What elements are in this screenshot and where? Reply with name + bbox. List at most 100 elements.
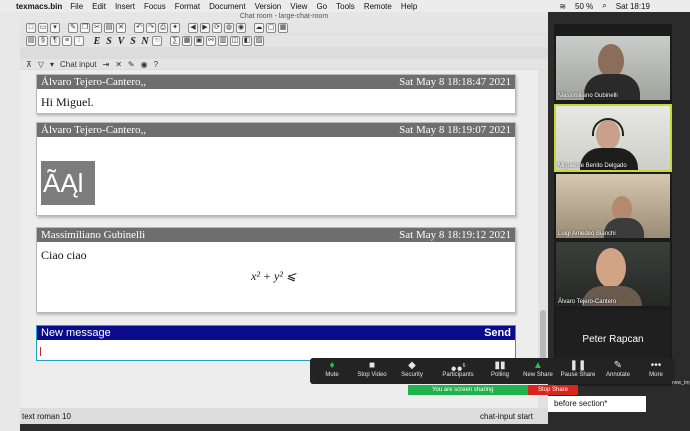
- redo-icon[interactable]: ↷: [146, 23, 156, 33]
- link-icon[interactable]: ⚯: [206, 36, 216, 46]
- pause-share-button[interactable]: ❚❚ Pause Share: [558, 360, 598, 378]
- battery-label[interactable]: 50 %: [575, 2, 593, 11]
- triangle-down-icon[interactable]: ▽: [38, 60, 44, 69]
- list-icon[interactable]: ≡: [62, 36, 72, 46]
- grid-icon[interactable]: ▦: [278, 23, 288, 33]
- desktop-file-icon[interactable]: new_tm_icon: [672, 380, 690, 431]
- menu-view[interactable]: View: [290, 2, 307, 11]
- new-message-box[interactable]: New message Send: [36, 325, 516, 361]
- tools-icon[interactable]: ✎: [68, 23, 78, 33]
- cloud-icon[interactable]: ☁: [254, 23, 264, 33]
- move-icon[interactable]: ⇥: [103, 60, 110, 69]
- annotate-button[interactable]: ✎ Annotate: [598, 360, 638, 378]
- hand-icon[interactable]: ☜: [152, 36, 162, 46]
- cut-icon[interactable]: ✂: [92, 23, 102, 33]
- participant-tile-active[interactable]: Miguel de Benito Delgado: [554, 104, 672, 172]
- status-area: ≋ 50 % ⌕ Sat 18:19: [559, 0, 650, 12]
- globe-icon[interactable]: ◍: [224, 23, 234, 33]
- chat-input-label[interactable]: Chat input: [60, 60, 96, 69]
- participant-name-large: Peter Rapcan: [582, 334, 644, 345]
- stop-video-button[interactable]: ■ Stop Video: [352, 360, 392, 378]
- new-document-icon[interactable]: □: [26, 23, 36, 33]
- menu-tools[interactable]: Tools: [336, 2, 355, 11]
- stop-share-button[interactable]: Stop Share: [528, 385, 578, 395]
- message-author: Álvaro Tejero-Cantero,,: [41, 76, 147, 88]
- menu-edit[interactable]: Edit: [92, 2, 106, 11]
- format-sample[interactable]: S: [128, 36, 138, 47]
- chat-icon[interactable]: ▢: [266, 23, 276, 33]
- table-icon[interactable]: ▦: [182, 36, 192, 46]
- menu-format[interactable]: Format: [175, 2, 200, 11]
- send-button[interactable]: Send: [484, 327, 511, 339]
- wifi-icon[interactable]: ≋: [559, 2, 566, 11]
- mute-button[interactable]: ♦ Mute: [312, 360, 352, 378]
- paste-icon[interactable]: ▤: [104, 23, 114, 33]
- more-button[interactable]: ••• More: [636, 360, 676, 378]
- zoom-control-bar: ♦ Mute ■ Stop Video ◆ Security ●●6 Parti…: [310, 358, 675, 384]
- settings-icon[interactable]: ✎: [128, 60, 135, 69]
- clock[interactable]: Sat 18:19: [616, 2, 650, 11]
- view-icon[interactable]: ◉: [141, 60, 148, 69]
- video-camera-icon: ■: [368, 360, 376, 371]
- message-author: Massimiliano Gubinelli: [41, 229, 146, 241]
- new-share-button[interactable]: ▲ New Share: [518, 360, 558, 378]
- chat-message: Álvaro Tejero-Cantero,, Sat May 8 18:18:…: [36, 74, 516, 114]
- participant-tile[interactable]: Massimiliano Gubinelli: [556, 36, 670, 100]
- format-emphasize[interactable]: E: [92, 36, 102, 47]
- participant-tile[interactable]: Luigi Amedeo Bianchi: [556, 174, 670, 238]
- participants-count: 6: [462, 363, 466, 369]
- remove-icon[interactable]: ✕: [115, 60, 122, 69]
- sessions-icon[interactable]: ▥: [218, 36, 228, 46]
- copy-icon[interactable]: ❐: [80, 23, 90, 33]
- eye-icon[interactable]: ◉: [236, 23, 246, 33]
- message-header: Massimiliano Gubinelli Sat May 8 18:19:1…: [37, 228, 515, 242]
- menu-version[interactable]: Version: [255, 2, 282, 11]
- close-icon[interactable]: ✕: [116, 23, 126, 33]
- refresh-icon[interactable]: ⟳: [212, 23, 222, 33]
- search-icon[interactable]: ⌕: [602, 1, 606, 11]
- help-icon[interactable]: ?: [154, 60, 158, 69]
- enumerate-icon[interactable]: ⁞: [74, 36, 84, 46]
- math-icon[interactable]: ∑: [170, 36, 180, 46]
- menu-help[interactable]: Help: [401, 2, 417, 11]
- message-text: Ciao ciao: [41, 248, 87, 262]
- menu-remote[interactable]: Remote: [364, 2, 392, 11]
- undo-icon[interactable]: ↶: [134, 23, 144, 33]
- chat-message: Massimiliano Gubinelli Sat May 8 18:19:1…: [36, 227, 516, 313]
- shield-icon: ◆: [408, 360, 416, 371]
- menu-focus[interactable]: Focus: [144, 2, 166, 11]
- menu-document[interactable]: Document: [209, 2, 245, 11]
- back-icon[interactable]: ◀: [188, 23, 198, 33]
- stop-video-label: Stop Video: [357, 372, 387, 378]
- security-button[interactable]: ◆ Security: [392, 360, 432, 378]
- format-name[interactable]: N: [140, 36, 150, 47]
- collapse-icon[interactable]: ▾: [50, 60, 54, 69]
- insert-icon[interactable]: ▨: [254, 36, 264, 46]
- new-message-header: New message Send: [37, 326, 515, 340]
- message-text: Hi Miguel.: [41, 95, 94, 109]
- app-name[interactable]: texmacs.bin: [16, 2, 62, 11]
- save-icon[interactable]: ▾: [50, 23, 60, 33]
- menu-file[interactable]: File: [70, 2, 83, 11]
- menu-insert[interactable]: Insert: [115, 2, 135, 11]
- bookmark-icon[interactable]: ✦: [170, 23, 180, 33]
- print-icon[interactable]: ⎙: [158, 23, 168, 33]
- format-verbatim[interactable]: V: [116, 36, 126, 47]
- open-folder-icon[interactable]: ▭: [38, 23, 48, 33]
- headphones-icon: [592, 118, 624, 136]
- participants-button[interactable]: ●●6 Participants: [436, 360, 480, 378]
- menu-go[interactable]: Go: [316, 2, 327, 11]
- forward-icon[interactable]: ▶: [200, 23, 210, 33]
- format-toolbar: ▤ § ¶ ≡ ⁞ E S V S N ☜ ∑ ▦ ▣ ⚯ ▥ ◫ ◧ ▨: [20, 35, 548, 47]
- format-strong[interactable]: S: [104, 36, 114, 47]
- participant-tile[interactable]: Álvaro Tejero-Cantero: [556, 242, 670, 306]
- polling-button[interactable]: ▮▮ Polling: [480, 360, 520, 378]
- section-icon[interactable]: §: [38, 36, 48, 46]
- paragraph-icon[interactable]: ¶: [50, 36, 60, 46]
- menu-bar: texmacs.bin File Edit Insert Focus Forma…: [0, 0, 690, 12]
- style-icon[interactable]: ▤: [26, 36, 36, 46]
- graphics-icon[interactable]: ◫: [230, 36, 240, 46]
- triangle-up-icon[interactable]: ⊼: [26, 60, 32, 69]
- animation-icon[interactable]: ◧: [242, 36, 252, 46]
- image-icon[interactable]: ▣: [194, 36, 204, 46]
